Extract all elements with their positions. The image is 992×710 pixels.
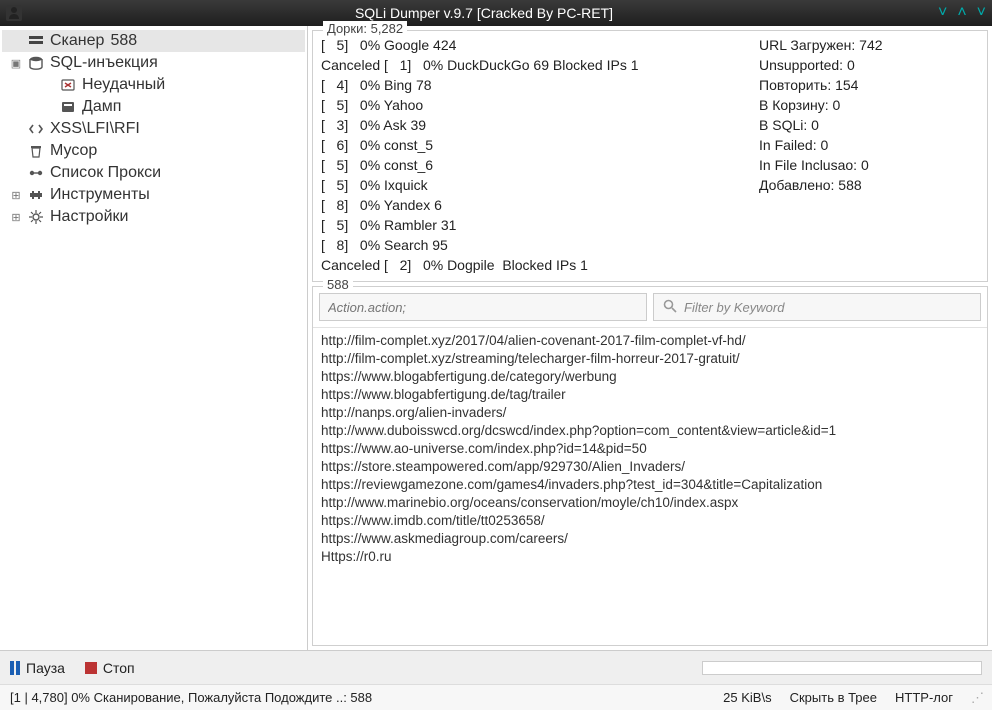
scanner-icon	[26, 33, 46, 49]
url-item[interactable]: https://www.blogabfertigung.de/tag/trail…	[321, 386, 979, 404]
tree-count: 588	[110, 32, 137, 50]
engine-line: [ 5] 0% const_6	[321, 155, 759, 175]
progress-bar	[702, 661, 982, 675]
tree-expand-icon[interactable]: ⊞	[6, 189, 26, 202]
stat-line: В Корзину: 0	[759, 95, 979, 115]
tree-item-trash[interactable]: Мусор	[2, 140, 305, 162]
window-maximize-button[interactable]: ˄	[957, 4, 966, 22]
results-panel: 588 Filter by Keyword http://film-comple…	[312, 286, 988, 646]
url-item[interactable]: https://reviewgamezone.com/games4/invade…	[321, 476, 979, 494]
engine-line: Canceled [ 2] 0% Dogpile Blocked IPs 1	[321, 255, 759, 275]
engine-line: [ 5] 0% Yahoo	[321, 95, 759, 115]
tree-label: Инструменты	[46, 186, 150, 204]
tree-item-scanner[interactable]: Сканер 588	[2, 30, 305, 52]
action-input[interactable]	[319, 293, 647, 321]
engines-stats: URL Загружен: 742Unsupported: 0Повторить…	[759, 35, 979, 275]
engine-line: [ 5] 0% Rambler 31	[321, 215, 759, 235]
stat-line: In Failed: 0	[759, 135, 979, 155]
pause-label: Пауза	[26, 660, 65, 676]
engine-line: [ 5] 0% Ixquick	[321, 175, 759, 195]
url-item[interactable]: https://www.blogabfertigung.de/category/…	[321, 368, 979, 386]
http-log-link[interactable]: HTTP-лог	[895, 690, 953, 705]
tree-expand-icon[interactable]: ⊞	[6, 211, 26, 224]
tree-item-proxy[interactable]: Список Прокси	[2, 162, 305, 184]
url-item[interactable]: http://www.duboisswcd.org/dcswcd/index.p…	[321, 422, 979, 440]
url-item[interactable]: http://film-complet.xyz/2017/04/alien-co…	[321, 332, 979, 350]
stat-line: Повторить: 154	[759, 75, 979, 95]
engine-line: [ 6] 0% const_5	[321, 135, 759, 155]
stat-line: Unsupported: 0	[759, 55, 979, 75]
filter-placeholder: Filter by Keyword	[684, 300, 784, 315]
settings-icon	[26, 209, 46, 225]
tree-item-sqli[interactable]: ▣ SQL-инъекция	[2, 52, 305, 74]
tree-label: Настройки	[46, 208, 128, 226]
engine-line: [ 5] 0% Google 424	[321, 35, 759, 55]
resize-grip[interactable]: ⋰	[971, 690, 982, 706]
engines-legend: Дорки: 5,282	[323, 21, 407, 36]
stat-line: In File Inclusao: 0	[759, 155, 979, 175]
proxy-icon	[26, 165, 46, 181]
stat-line: URL Загружен: 742	[759, 35, 979, 55]
database-icon	[26, 55, 46, 71]
tree-item-settings[interactable]: ⊞ Настройки	[2, 206, 305, 228]
results-legend: 588	[323, 277, 353, 292]
stop-icon	[85, 662, 97, 674]
tree-item-xss[interactable]: XSS\LFI\RFI	[2, 118, 305, 140]
trash-icon	[26, 143, 46, 159]
pause-icon	[10, 661, 20, 675]
url-item[interactable]: http://www.marinebio.org/oceans/conserva…	[321, 494, 979, 512]
tree-label: Дамп	[78, 98, 121, 116]
url-item[interactable]: Https://r0.ru	[321, 548, 979, 566]
tree-label: Мусор	[46, 142, 97, 160]
url-item[interactable]: https://www.askmediagroup.com/careers/	[321, 530, 979, 548]
window-title: SQLi Dumper v.9.7 [Cracked By PC-RET]	[30, 5, 938, 21]
tree-label: Список Прокси	[46, 164, 161, 182]
stop-button[interactable]: Стоп	[85, 660, 135, 676]
hide-in-tray-link[interactable]: Скрыть в Трее	[790, 690, 877, 705]
tree-label: Неудачный	[78, 76, 165, 94]
tree-collapse-icon[interactable]: ▣	[6, 57, 26, 70]
sidebar-tree[interactable]: Сканер 588 ▣ SQL-инъекция Неудачный	[0, 26, 308, 650]
window-titlebar: SQLi Dumper v.9.7 [Cracked By PC-RET] ˅ …	[0, 0, 992, 26]
failed-icon	[58, 77, 78, 93]
pause-button[interactable]: Пауза	[10, 660, 65, 676]
status-speed: 25 KiB\s	[723, 690, 771, 705]
stop-label: Стоп	[103, 660, 135, 676]
engine-line: [ 8] 0% Search 95	[321, 235, 759, 255]
app-icon	[6, 5, 22, 21]
engines-log: [ 5] 0% Google 424Canceled [ 1] 0% DuckD…	[321, 35, 759, 275]
tools-icon	[26, 187, 46, 203]
url-item[interactable]: http://nanps.org/alien-invaders/	[321, 404, 979, 422]
progress-area	[155, 661, 982, 675]
tree-item-failed[interactable]: Неудачный	[2, 74, 305, 96]
control-bar: Пауза Стоп	[0, 650, 992, 684]
code-icon	[26, 121, 46, 137]
engine-line: [ 3] 0% Ask 39	[321, 115, 759, 135]
url-item[interactable]: https://www.imdb.com/title/tt0253658/	[321, 512, 979, 530]
tree-label: Сканер	[46, 32, 104, 50]
url-item[interactable]: https://www.ao-universe.com/index.php?id…	[321, 440, 979, 458]
tree-item-tools[interactable]: ⊞ Инструменты	[2, 184, 305, 206]
dump-icon	[58, 99, 78, 115]
engines-panel: Дорки: 5,282 [ 5] 0% Google 424Canceled …	[312, 30, 988, 282]
url-item[interactable]: https://store.steampowered.com/app/92973…	[321, 458, 979, 476]
status-text: [1 | 4,780] 0% Сканирование, Пожалуйста …	[10, 690, 372, 705]
tree-label: SQL-инъекция	[46, 54, 158, 72]
tree-item-dump[interactable]: Дамп	[2, 96, 305, 118]
url-list[interactable]: http://film-complet.xyz/2017/04/alien-co…	[313, 327, 987, 645]
window-minimize-button[interactable]: ˅	[938, 4, 947, 22]
engine-line: [ 4] 0% Bing 78	[321, 75, 759, 95]
filter-input[interactable]: Filter by Keyword	[653, 293, 981, 321]
status-bar: [1 | 4,780] 0% Сканирование, Пожалуйста …	[0, 684, 992, 710]
tree-label: XSS\LFI\RFI	[46, 120, 140, 138]
engine-line: Canceled [ 1] 0% DuckDuckGo 69 Blocked I…	[321, 55, 759, 75]
stat-line: В SQLi: 0	[759, 115, 979, 135]
url-item[interactable]: http://film-complet.xyz/streaming/telech…	[321, 350, 979, 368]
search-icon	[662, 298, 678, 317]
stat-line: Добавлено: 588	[759, 175, 979, 195]
window-close-button[interactable]: ˅	[977, 4, 986, 22]
engine-line: [ 8] 0% Yandex 6	[321, 195, 759, 215]
